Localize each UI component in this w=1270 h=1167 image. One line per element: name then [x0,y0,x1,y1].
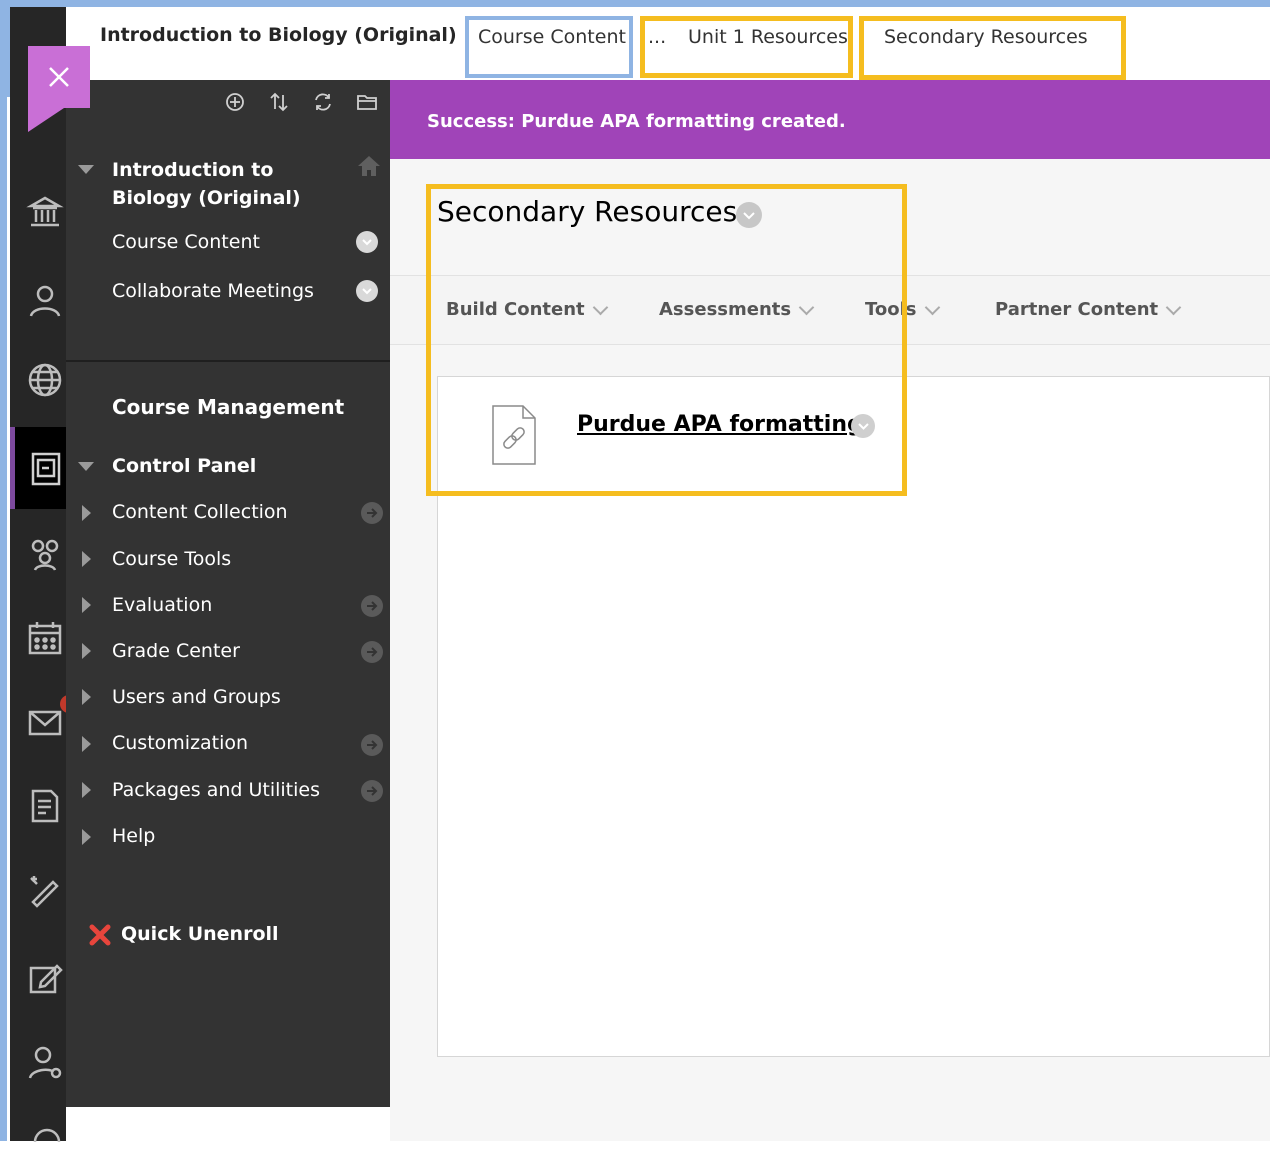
panel-item-course-tools[interactable]: Course Tools [112,548,231,570]
panel-item-help[interactable]: Help [112,825,155,847]
highlight-frame-top [0,0,1270,7]
globe-icon[interactable] [20,355,70,405]
admin-icon[interactable] [20,1037,70,1087]
breadcrumb-secondary-resources: Secondary Resources [884,26,1088,48]
unenroll-x-icon[interactable] [88,923,112,947]
partner-content-menu[interactable]: Partner Content [995,299,1182,320]
chevron-down-icon [1165,299,1182,315]
arrow-right-icon[interactable] [361,734,383,756]
active-nav-indicator [10,427,15,509]
reorder-icon[interactable] [264,90,294,114]
chevron-down-icon[interactable] [356,280,378,302]
breadcrumb-unit-1-resources[interactable]: Unit 1 Resources [688,26,848,48]
courses-icon[interactable] [20,443,70,493]
grades-icon[interactable] [20,781,70,831]
folder-view-icon[interactable] [352,90,382,114]
panel-item-users-and-groups[interactable]: Users and Groups [112,686,281,708]
success-banner: Success: Purdue APA formatting created. [390,80,1270,159]
chevron-down-icon[interactable] [356,231,378,253]
collapse-arrow-icon[interactable] [78,462,94,471]
content-highlight-yellow [426,184,907,496]
panel-item-grade-center[interactable]: Grade Center [112,640,240,662]
menu-course-title[interactable]: Introduction to Biology (Original) [112,156,352,212]
panel-item-content-collection[interactable]: Content Collection [112,501,288,523]
panel-item-customization[interactable]: Customization [112,732,248,754]
expand-arrow-icon[interactable] [82,643,91,659]
chevron-down-icon [924,299,940,315]
menu-toolbar [220,90,382,114]
expand-arrow-icon[interactable] [82,597,91,613]
breadcrumb-course-content[interactable]: Course Content [478,26,626,48]
institution-icon[interactable] [20,187,70,237]
panel-item-evaluation[interactable]: Evaluation [112,594,212,616]
partner-content-label: Partner Content [995,299,1159,320]
highlight-frame-left [0,0,10,97]
course-management-heading: Course Management [112,395,345,419]
organizations-icon[interactable] [20,529,70,579]
expand-arrow-icon[interactable] [82,829,91,845]
arrow-right-icon[interactable] [361,502,383,524]
panel-item-packages-and-utilities[interactable]: Packages and Utilities [112,779,320,801]
tools-icon[interactable] [20,865,70,915]
close-menu-button[interactable] [28,46,90,108]
control-panel-heading[interactable]: Control Panel [112,455,256,477]
arrow-right-icon[interactable] [361,641,383,663]
sign-out-icon[interactable] [20,1117,70,1167]
assignment-icon[interactable] [20,953,70,1003]
menu-item-course-content[interactable]: Course Content [112,231,260,253]
menu-divider [66,360,390,362]
refresh-icon[interactable] [308,90,338,114]
menu-item-collaborate-meetings[interactable]: Collaborate Meetings [112,280,314,302]
profile-icon[interactable] [20,275,70,325]
course-menu: Introduction to Biology (Original) Cours… [66,80,390,1107]
arrow-right-icon[interactable] [361,780,383,802]
success-message: Success: Purdue APA formatting created. [427,111,846,132]
collapse-arrow-icon[interactable] [78,165,94,174]
highlight-frame-left-lower [0,97,7,1141]
close-button-tab [28,108,64,132]
expand-arrow-icon[interactable] [82,689,91,705]
quick-unenroll-link[interactable]: Quick Unenroll [121,923,279,945]
home-icon[interactable] [356,154,382,178]
course-title[interactable]: Introduction to Biology (Original) [100,24,457,46]
calendar-icon[interactable] [20,613,70,663]
expand-arrow-icon[interactable] [82,551,91,567]
expand-arrow-icon[interactable] [82,505,91,521]
global-navigation-bar [10,7,78,1143]
expand-arrow-icon[interactable] [82,736,91,752]
arrow-right-icon[interactable] [361,595,383,617]
add-menu-item-icon[interactable] [220,90,250,114]
close-icon [49,67,69,87]
expand-arrow-icon[interactable] [82,782,91,798]
breadcrumb-ellipsis[interactable]: ... [648,26,666,48]
